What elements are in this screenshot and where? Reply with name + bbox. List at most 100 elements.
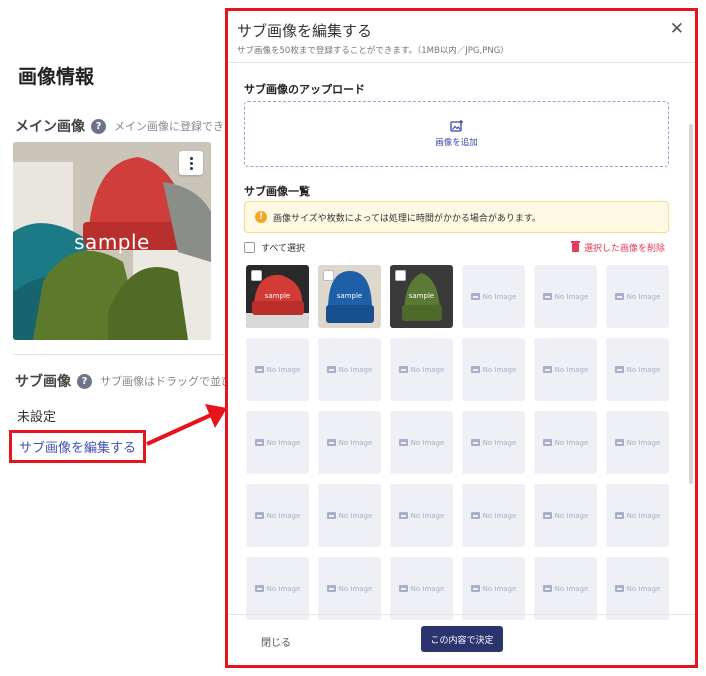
no-image-placeholder: No Image bbox=[254, 365, 301, 374]
empty-image-slot[interactable]: No Image bbox=[606, 484, 669, 547]
no-image-label: No Image bbox=[338, 511, 373, 520]
empty-image-slot[interactable]: No Image bbox=[606, 338, 669, 401]
no-image-placeholder: No Image bbox=[542, 292, 589, 301]
empty-image-slot[interactable]: No Image bbox=[534, 411, 597, 474]
empty-image-slot[interactable]: No Image bbox=[534, 338, 597, 401]
image-icon bbox=[326, 439, 336, 446]
checkbox[interactable] bbox=[244, 242, 255, 253]
empty-image-slot[interactable]: No Image bbox=[606, 265, 669, 328]
thumbnail-watermark: sample bbox=[408, 292, 435, 300]
empty-image-slot[interactable]: No Image bbox=[462, 338, 525, 401]
empty-image-slot[interactable]: No Image bbox=[246, 557, 309, 620]
image-icon bbox=[542, 512, 552, 519]
empty-image-slot[interactable]: No Image bbox=[246, 484, 309, 547]
image-icon bbox=[254, 439, 264, 446]
no-image-label: No Image bbox=[626, 292, 661, 301]
no-image-placeholder: No Image bbox=[614, 439, 660, 447]
no-image-label: No Image bbox=[266, 438, 301, 447]
image-icon bbox=[470, 512, 480, 519]
no-image-label: No Image bbox=[554, 438, 589, 447]
empty-image-slot[interactable]: No Image bbox=[462, 411, 525, 474]
no-image-placeholder: No Image bbox=[614, 292, 661, 301]
image-icon bbox=[542, 293, 552, 300]
empty-image-slot[interactable]: No Image bbox=[462, 557, 525, 620]
image-icon bbox=[614, 585, 624, 592]
image-upload-dropzone[interactable]: 画像を追加 bbox=[244, 101, 669, 167]
confirm-button[interactable]: この内容で決定 bbox=[421, 626, 503, 652]
no-image-placeholder: No Image bbox=[254, 438, 301, 447]
empty-image-slot[interactable]: No Image bbox=[390, 484, 453, 547]
thumbnail-checkbox[interactable] bbox=[323, 270, 334, 281]
empty-image-slot[interactable]: No Image bbox=[318, 338, 381, 401]
help-icon[interactable]: ? bbox=[77, 373, 92, 389]
modal-footer: 閉じる この内容で決定 bbox=[228, 614, 695, 665]
empty-image-slot[interactable]: No Image bbox=[246, 338, 309, 401]
close-icon[interactable]: ✕ bbox=[670, 19, 684, 39]
thumbnail-checkbox[interactable] bbox=[395, 270, 406, 281]
modal-title: サブ画像を編集する bbox=[237, 22, 373, 40]
image-icon bbox=[470, 366, 480, 373]
add-image-label: 画像を追加 bbox=[435, 138, 478, 148]
image-icon bbox=[326, 366, 336, 373]
no-image-label: No Image bbox=[554, 584, 589, 593]
no-image-placeholder: No Image bbox=[326, 439, 372, 447]
select-all-checkbox[interactable]: すべて選択 bbox=[244, 241, 305, 254]
no-image-placeholder: No Image bbox=[542, 511, 589, 520]
no-image-label: No Image bbox=[482, 584, 517, 593]
sub-image-section-header: サブ画像 ? サブ画像はドラッグで並び bbox=[15, 371, 232, 391]
empty-image-slot[interactable]: No Image bbox=[318, 484, 381, 547]
more-options-icon[interactable] bbox=[179, 151, 203, 175]
no-image-placeholder: No Image bbox=[470, 511, 517, 520]
no-image-label: No Image bbox=[410, 584, 445, 593]
main-image-hint: メイン画像に登録できる bbox=[114, 120, 235, 133]
main-image-photo[interactable]: sample bbox=[13, 142, 211, 340]
no-image-placeholder: No Image bbox=[614, 585, 660, 593]
no-image-label: No Image bbox=[410, 365, 445, 374]
no-image-label: No Image bbox=[410, 438, 445, 447]
no-image-label: No Image bbox=[338, 584, 373, 593]
image-icon bbox=[254, 585, 264, 592]
empty-image-slot[interactable]: No Image bbox=[390, 557, 453, 620]
upload-section-title: サブ画像のアップロード bbox=[244, 83, 365, 96]
section-divider bbox=[13, 354, 225, 355]
sub-image-label: サブ画像 bbox=[15, 374, 71, 390]
thumbnail-watermark: sample bbox=[336, 292, 363, 300]
modal-scrollbar[interactable] bbox=[689, 124, 693, 484]
close-button[interactable]: 閉じる bbox=[261, 634, 291, 649]
notice-text: 画像サイズや枚数によっては処理に時間がかかる場合があります。 bbox=[273, 213, 541, 224]
thumbnail-checkbox[interactable] bbox=[251, 270, 262, 281]
empty-image-slot[interactable]: No Image bbox=[534, 265, 597, 328]
help-icon[interactable]: ? bbox=[91, 118, 106, 134]
no-image-placeholder: No Image bbox=[470, 584, 517, 593]
empty-image-slot[interactable]: No Image bbox=[462, 484, 525, 547]
empty-image-slot[interactable]: No Image bbox=[246, 411, 309, 474]
no-image-label: No Image bbox=[482, 438, 517, 447]
thumbnail-red-hat[interactable]: sample bbox=[246, 265, 309, 328]
edit-sub-images-link[interactable]: サブ画像を編集する bbox=[19, 437, 136, 456]
no-image-label: No Image bbox=[266, 511, 301, 520]
empty-image-slot[interactable]: No Image bbox=[606, 411, 669, 474]
empty-image-slot[interactable]: No Image bbox=[606, 557, 669, 620]
no-image-label: No Image bbox=[554, 292, 589, 301]
no-image-label: No Image bbox=[554, 511, 589, 520]
empty-image-slot[interactable]: No Image bbox=[534, 484, 597, 547]
empty-image-slot[interactable]: No Image bbox=[318, 411, 381, 474]
image-icon bbox=[614, 439, 624, 446]
thumbnail-green-hat[interactable]: sample bbox=[390, 265, 453, 328]
delete-selected-button[interactable]: 選択した画像を削除 bbox=[570, 241, 665, 254]
empty-image-slot[interactable]: No Image bbox=[318, 557, 381, 620]
warning-icon: ! bbox=[255, 211, 267, 223]
no-image-placeholder: No Image bbox=[254, 585, 300, 593]
empty-image-slot[interactable]: No Image bbox=[390, 411, 453, 474]
modal-subtitle: サブ画像を50枚まで登録することができます。（1MB以内／JPG,PNG） bbox=[237, 46, 509, 56]
image-icon bbox=[614, 512, 624, 519]
empty-image-slot[interactable]: No Image bbox=[534, 557, 597, 620]
thumbnail-blue-hat[interactable]: sample bbox=[318, 265, 381, 328]
no-image-placeholder: No Image bbox=[542, 584, 589, 593]
empty-image-slot[interactable]: No Image bbox=[462, 265, 525, 328]
no-image-label: No Image bbox=[482, 511, 517, 520]
no-image-label: No Image bbox=[266, 365, 301, 374]
modal-body[interactable]: サブ画像のアップロード 画像を追加 サブ画像一覧 ! 画像サイズや枚数によっては… bbox=[228, 64, 695, 620]
no-image-placeholder: No Image bbox=[614, 366, 660, 374]
empty-image-slot[interactable]: No Image bbox=[390, 338, 453, 401]
